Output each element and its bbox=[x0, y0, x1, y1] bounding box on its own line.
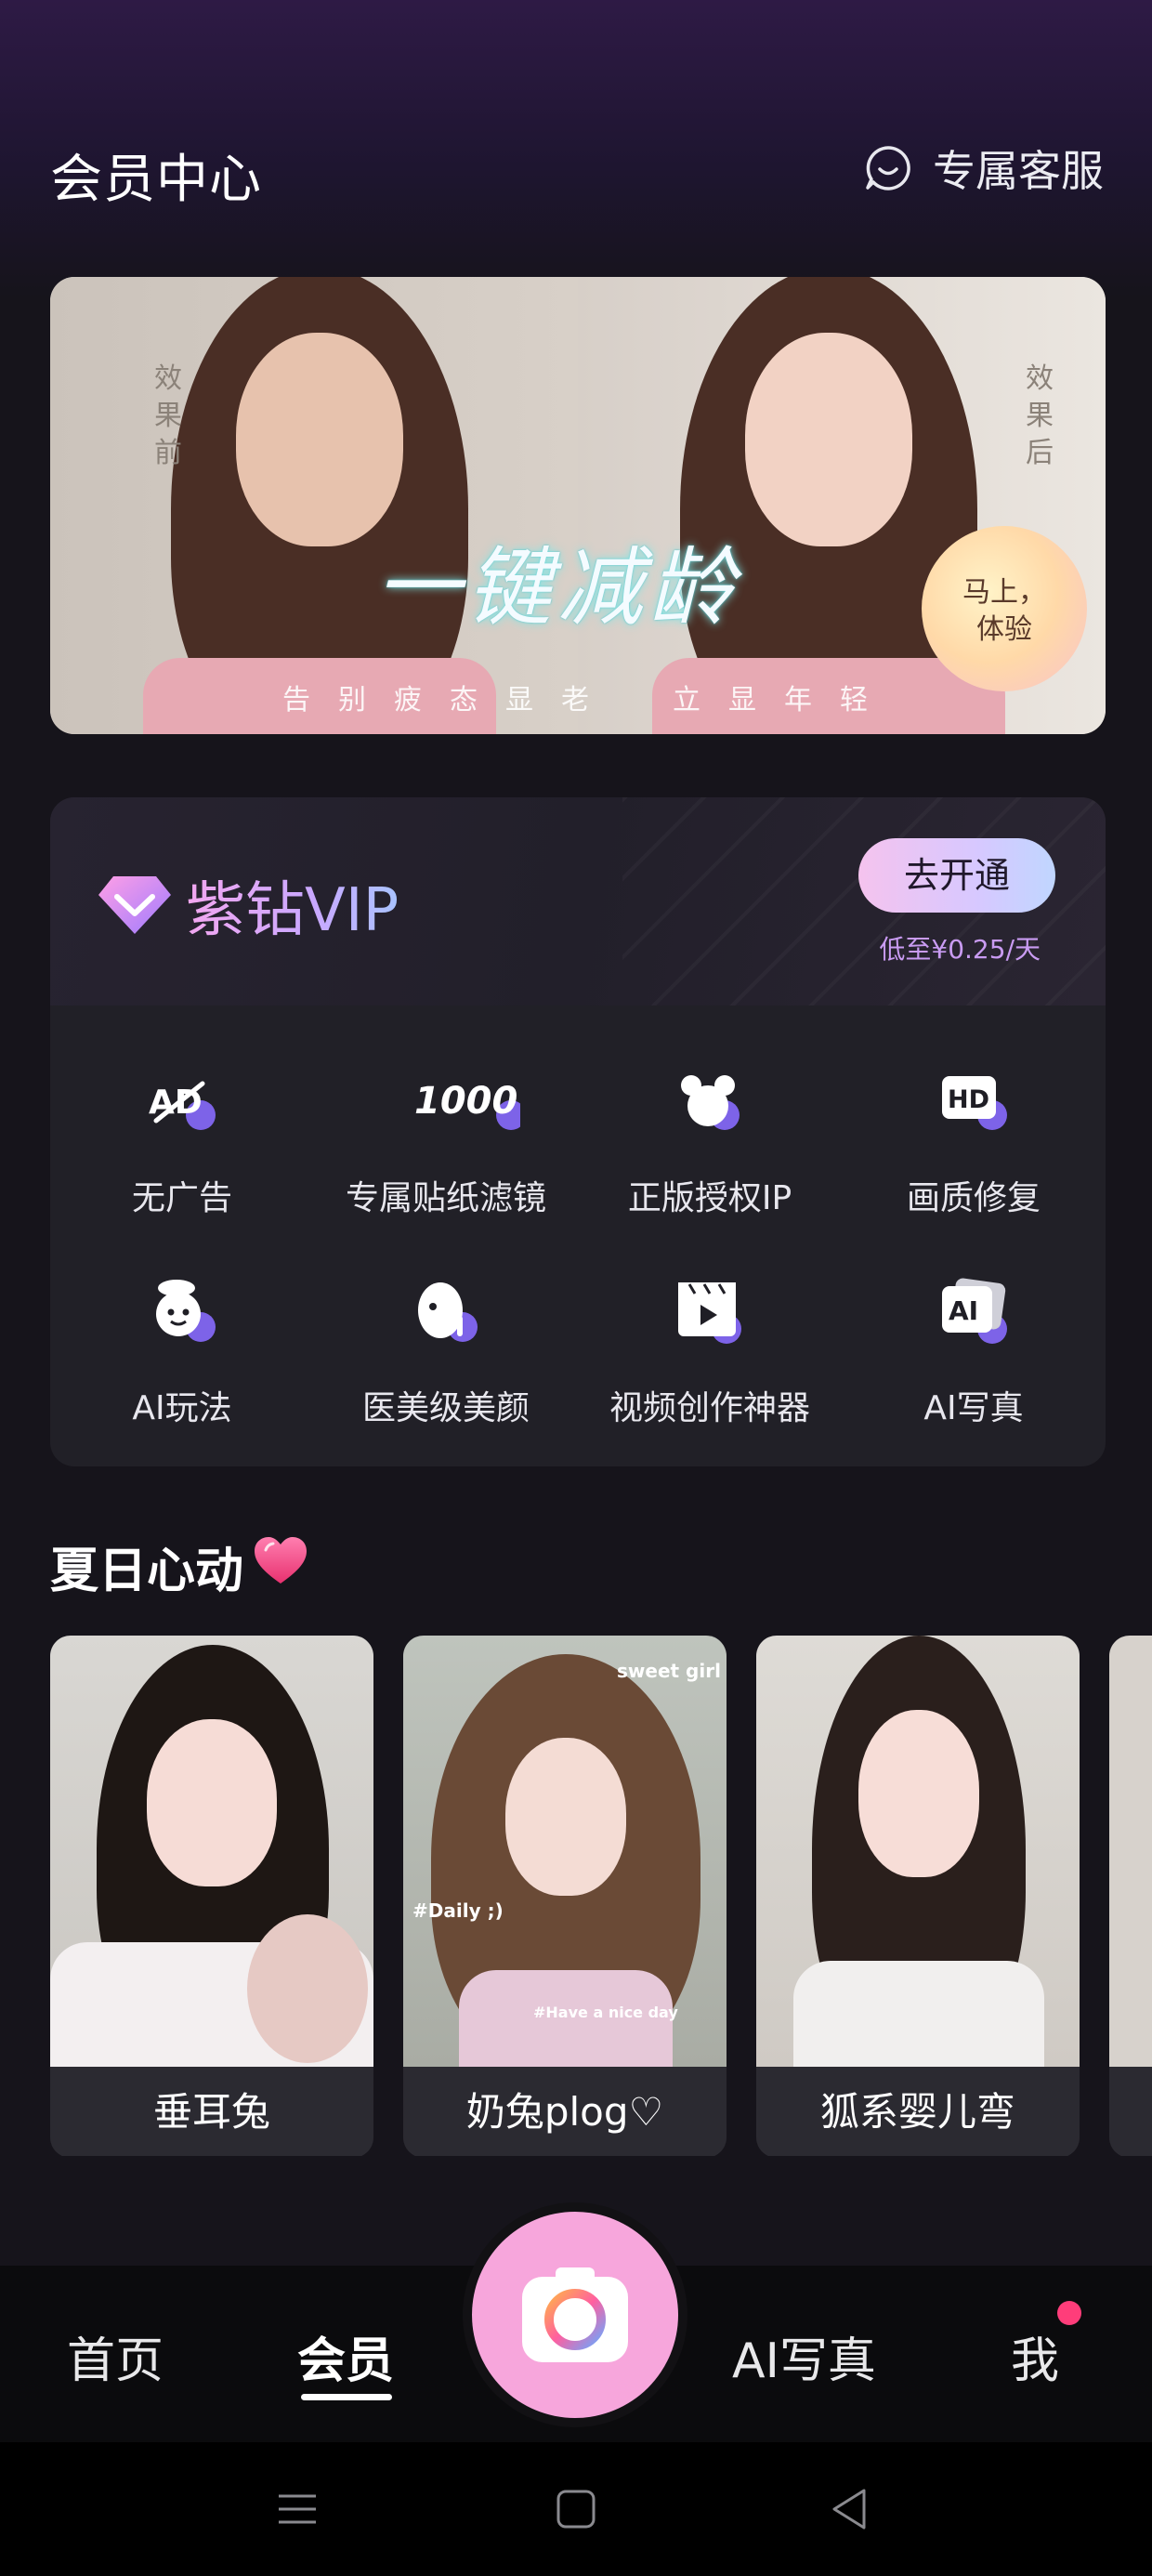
style-card[interactable]: 狐系婴儿弯 bbox=[756, 1636, 1080, 2156]
support-label: 专属客服 bbox=[933, 146, 1104, 196]
vip-card: 紫钻VIP 去开通 低至¥0.25/天 AD 无广告 1000+ 专属贴纸滤镜 bbox=[50, 797, 1106, 1466]
support-button[interactable]: 专属客服 bbox=[864, 138, 1104, 199]
banner-sub-left: 告别疲态显老 bbox=[282, 684, 617, 716]
header: 会员中心 专属客服 bbox=[0, 130, 1152, 214]
benefit-label: AI玩法 bbox=[132, 1389, 232, 1427]
chat-smile-icon bbox=[866, 146, 910, 191]
overlay-sweet-girl: sweet girl bbox=[617, 1660, 721, 1682]
page-title: 会员中心 bbox=[50, 150, 262, 210]
try-line-2: 体验 bbox=[976, 613, 1032, 646]
benefit-ai-play[interactable]: AI玩法 bbox=[50, 1275, 314, 1461]
no-ads-icon: AD bbox=[149, 1081, 216, 1130]
banner-headline: 一键减龄 bbox=[375, 538, 740, 637]
benefit-label: 专属贴纸滤镜 bbox=[345, 1179, 546, 1217]
beauty-icon bbox=[418, 1282, 478, 1342]
try-line-1: 马上， bbox=[962, 576, 1046, 609]
card-label: 垂耳兔 bbox=[50, 2067, 373, 2156]
card-photo bbox=[1109, 1636, 1152, 2067]
vip-name: 紫钻VIP bbox=[186, 862, 399, 948]
banner-before-photo: 效果前 bbox=[50, 277, 578, 734]
benefit-label: 正版授权IP bbox=[627, 1179, 792, 1217]
vip-header: 紫钻VIP 去开通 低至¥0.25/天 bbox=[50, 797, 1106, 1005]
notification-dot bbox=[1057, 2301, 1081, 2325]
heart-icon bbox=[255, 1537, 307, 1584]
nav-me[interactable]: 我 bbox=[1011, 2321, 1059, 2391]
benefit-stickers[interactable]: 1000+ 专属贴纸滤镜 bbox=[314, 1065, 578, 1251]
nav-ai-portrait[interactable]: AI写真 bbox=[732, 2321, 876, 2391]
svg-text:1000+: 1000+ bbox=[414, 1080, 520, 1123]
card-label: 奶兔plog♡ bbox=[403, 2067, 727, 2156]
hd-icon: HD bbox=[942, 1076, 1007, 1130]
stickers-1000-icon: 1000+ bbox=[414, 1080, 520, 1130]
diamond-icon bbox=[98, 876, 171, 934]
nav-active-indicator bbox=[301, 2394, 392, 2400]
price-note: 低至¥0.25/天 bbox=[879, 934, 1041, 965]
benefit-beauty[interactable]: 医美级美颜 bbox=[314, 1275, 578, 1461]
home-square-icon[interactable] bbox=[550, 2483, 602, 2535]
ai-play-icon bbox=[156, 1280, 216, 1342]
overlay-daily: #Daily ;) bbox=[412, 1899, 504, 1922]
nav-home[interactable]: 首页 bbox=[67, 2321, 164, 2391]
benefit-no-ads[interactable]: AD 无广告 bbox=[50, 1065, 314, 1251]
svg-text:AI: AI bbox=[949, 1295, 978, 1326]
after-label: 效果后 bbox=[1026, 362, 1054, 469]
back-triangle-icon[interactable] bbox=[823, 2483, 875, 2535]
banner-sub-right: 立显年轻 bbox=[673, 684, 896, 716]
open-vip-button[interactable]: 去开通 bbox=[858, 838, 1055, 913]
benefits-grid: AD 无广告 1000+ 专属贴纸滤镜 正版授权IP bbox=[50, 1005, 1106, 1466]
benefit-video[interactable]: 视频创作神器 bbox=[578, 1275, 842, 1461]
promo-banner[interactable]: 效果前 效果后 一键减龄 告别疲态显老 立显年轻 马上， 体验 bbox=[50, 277, 1106, 734]
vip-brand: 紫钻VIP bbox=[97, 862, 399, 948]
card-photo: sweet girl #Daily ;) #Have a nice day bbox=[403, 1636, 727, 2067]
camera-button[interactable] bbox=[472, 2212, 678, 2418]
style-card[interactable]: sweet girl #Daily ;) #Have a nice day 奶兔… bbox=[403, 1636, 727, 2156]
system-nav-bar bbox=[0, 2442, 1152, 2576]
card-photo bbox=[756, 1636, 1080, 2067]
benefit-label: AI写真 bbox=[923, 1389, 1024, 1427]
overlay-nice-day: #Have a nice day bbox=[533, 2004, 678, 2021]
try-now-badge[interactable]: 马上， 体验 bbox=[922, 526, 1087, 691]
video-icon bbox=[678, 1282, 741, 1344]
nav-member[interactable]: 会员 bbox=[297, 2321, 394, 2391]
svg-text:HD: HD bbox=[948, 1085, 989, 1114]
benefit-licensed-ip[interactable]: 正版授权IP bbox=[578, 1065, 842, 1251]
card-label: 狐系婴儿弯 bbox=[756, 2067, 1080, 2156]
licensed-ip-icon bbox=[681, 1075, 740, 1130]
section-title: 夏日心动 bbox=[50, 1544, 244, 1599]
benefit-label: 无广告 bbox=[131, 1179, 232, 1217]
benefit-label: 画质修复 bbox=[906, 1179, 1041, 1217]
card-label bbox=[1109, 2067, 1152, 2156]
style-card-partial[interactable] bbox=[1109, 1636, 1152, 2156]
card-photo bbox=[50, 1636, 373, 2067]
benefit-label: 医美级美颜 bbox=[361, 1389, 530, 1427]
menu-icon[interactable] bbox=[271, 2483, 323, 2535]
ai-portrait-icon: AI bbox=[942, 1278, 1007, 1344]
benefit-ai-portrait[interactable]: AI AI写真 bbox=[842, 1275, 1106, 1461]
benefit-hd-repair[interactable]: HD 画质修复 bbox=[842, 1065, 1106, 1251]
style-card[interactable]: 垂耳兔 bbox=[50, 1636, 373, 2156]
before-label: 效果前 bbox=[154, 362, 182, 469]
style-cards: 垂耳兔 sweet girl #Daily ;) #Have a nice da… bbox=[50, 1636, 1152, 2156]
benefit-label: 视频创作神器 bbox=[609, 1389, 810, 1427]
camera-icon bbox=[522, 2267, 628, 2362]
